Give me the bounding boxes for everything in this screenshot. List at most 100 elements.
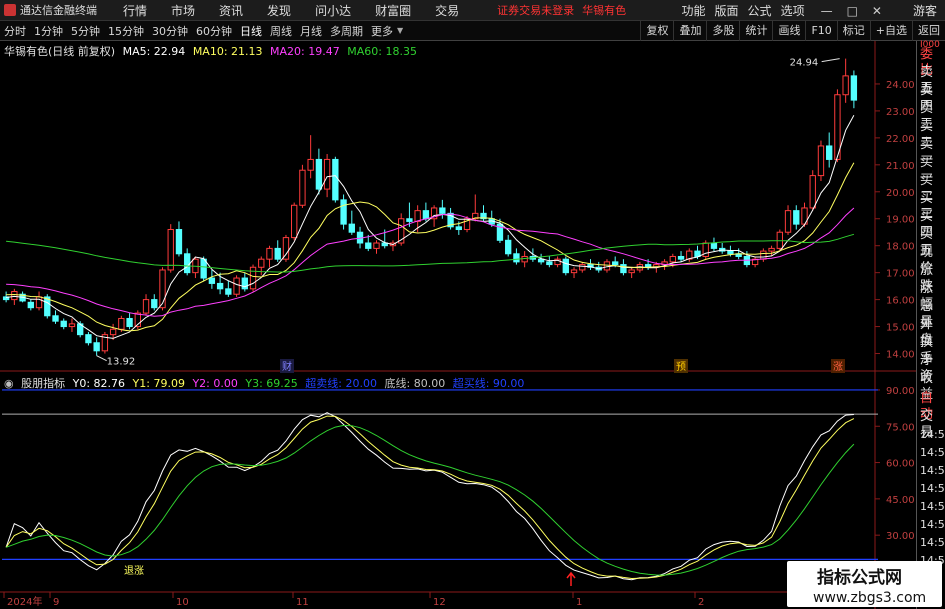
f10-button[interactable]: F10 xyxy=(805,21,836,41)
candle-body xyxy=(373,242,380,249)
trade-login-warning[interactable]: 证券交易未登录 xyxy=(497,2,574,18)
candle-body xyxy=(93,342,100,352)
buy-signal-arrow xyxy=(566,571,576,586)
candle-body xyxy=(27,301,34,309)
ma5-line xyxy=(6,114,855,339)
candle-body xyxy=(307,158,314,171)
candle-body xyxy=(68,323,76,328)
y2-legend: Y2: 0.00 xyxy=(192,377,238,390)
menu-item-options[interactable]: 选项 xyxy=(781,2,805,19)
marker-zhang: 涨 xyxy=(833,361,843,373)
candle-body xyxy=(208,277,216,284)
maximize-button[interactable]: □ xyxy=(847,4,858,18)
candle-body xyxy=(455,226,462,231)
statistics-button[interactable]: 统计 xyxy=(739,21,772,41)
multi-stock-button[interactable]: 多股 xyxy=(706,21,739,41)
indicator-legend: ◉ 股朋指标 Y0: 82.76 Y1: 79.09 Y2: 0.00 Y3: … xyxy=(4,375,528,391)
tab-daily[interactable]: 日线 xyxy=(236,23,266,39)
menu-item-news[interactable]: 资讯 xyxy=(219,2,243,19)
price-tick-label: 24.00 xyxy=(886,80,915,91)
candle-body xyxy=(784,210,792,233)
more-dropdown-icon[interactable]: ▼ xyxy=(397,26,403,35)
stock-name-header: 华锡有色 xyxy=(582,4,627,17)
candle-body xyxy=(249,266,257,290)
add-watchlist-button[interactable]: +自选 xyxy=(869,21,912,41)
candle-body xyxy=(266,247,273,260)
price-tick-label: 23.00 xyxy=(886,107,915,118)
menu-item-ask[interactable]: 问小达 xyxy=(315,2,351,19)
indicator-note: 退涨 xyxy=(124,565,144,577)
tab-weekly[interactable]: 周线 xyxy=(266,23,296,39)
side-time-6: 14:56 xyxy=(920,518,945,531)
menu-item-market[interactable]: 市场 xyxy=(171,2,195,19)
kline-chart-svg[interactable]: 24.00 23.00 22.00 21.00 20.00 19.00 18.00 17.00… xyxy=(0,41,916,609)
candle-body xyxy=(677,255,685,260)
marker-yu: 预 xyxy=(676,361,686,373)
menu-item-discover[interactable]: 发现 xyxy=(267,2,291,19)
side-time-5: 14:56 xyxy=(920,500,945,513)
tab-monthly[interactable]: 月线 xyxy=(296,23,326,39)
indicator-settings-icon[interactable]: ◉ xyxy=(4,377,14,390)
menu-item-market-quotes[interactable]: 行情 xyxy=(123,2,147,19)
indicator-name[interactable]: 股朋指标 xyxy=(21,377,65,390)
menu-item-layout[interactable]: 版面 xyxy=(715,2,739,19)
tab-multi-period[interactable]: 多周期 xyxy=(326,23,367,39)
kline-chart-area[interactable]: 24.00 23.00 22.00 21.00 20.00 19.00 18.00 17.00… xyxy=(0,41,945,609)
adjust-button[interactable]: 复权 xyxy=(640,21,673,41)
candle-body xyxy=(562,258,569,274)
side-time-4: 14:56 xyxy=(920,482,945,495)
tab-15min[interactable]: 15分钟 xyxy=(104,23,148,39)
price-tick-label: 22.00 xyxy=(886,134,915,145)
low-price-label: 13.92 xyxy=(107,357,136,368)
candle-body xyxy=(315,158,323,190)
tab-timeshare[interactable]: 分时 xyxy=(0,23,30,39)
price-tick-label: 16.00 xyxy=(886,296,915,307)
price-tick-label: 17.00 xyxy=(886,269,915,280)
y0-line xyxy=(5,412,854,581)
ma60-legend: MA60: 18.35 xyxy=(347,45,417,58)
candle-body xyxy=(167,229,174,271)
candle-body xyxy=(710,242,718,249)
candle-body xyxy=(546,261,553,266)
candle-body xyxy=(340,199,347,225)
candle-body xyxy=(570,269,578,274)
menu-item-formula[interactable]: 公式 xyxy=(748,2,772,19)
overlay-button[interactable]: 叠加 xyxy=(673,21,706,41)
indicator-tick-label: 75.00 xyxy=(886,422,915,433)
guest-user-label[interactable]: 游客 xyxy=(913,2,937,19)
menu-item-wealth[interactable]: 财富圈 xyxy=(375,2,411,19)
side-time-3: 14:56 xyxy=(920,464,945,477)
indicator-tick-label: 30.00 xyxy=(886,531,915,542)
candle-body xyxy=(406,218,413,222)
high-price-label: 24.94 xyxy=(790,58,819,69)
price-tick-label: 14.00 xyxy=(886,350,915,361)
site-watermark: 指标公式网 www.zbgs3.com xyxy=(787,561,942,607)
app-logo-icon xyxy=(4,4,16,16)
candle-body xyxy=(258,258,265,268)
tab-more[interactable]: 更多 xyxy=(367,23,397,39)
draw-line-button[interactable]: 画线 xyxy=(772,21,805,41)
tab-30min[interactable]: 30分钟 xyxy=(148,23,192,39)
price-tick-label: 18.00 xyxy=(886,242,915,253)
mark-button[interactable]: 标记 xyxy=(836,21,870,41)
minimize-button[interactable]: — xyxy=(821,4,833,18)
bottom-line-legend: 底线: 80.00 xyxy=(384,377,446,390)
candle-body xyxy=(809,175,816,209)
date-tick-label: 1 xyxy=(576,597,582,608)
tab-60min[interactable]: 60分钟 xyxy=(192,23,236,39)
watermark-logo: 指标公式网 www.zbgs3.com xyxy=(813,567,926,606)
candle-body xyxy=(579,264,586,271)
price-tick-label: 19.00 xyxy=(886,215,915,226)
low-pointer xyxy=(96,355,107,362)
marker-cai: 财 xyxy=(282,360,292,373)
side-time-2: 14:56 xyxy=(920,446,945,459)
close-button[interactable]: ✕ xyxy=(872,4,882,18)
menu-item-trade[interactable]: 交易 xyxy=(435,2,459,19)
candle-body xyxy=(142,299,150,314)
menu-item-functions[interactable]: 功能 xyxy=(682,2,706,19)
tab-5min[interactable]: 5分钟 xyxy=(67,23,104,39)
candle-body xyxy=(175,229,183,255)
candle-body xyxy=(669,255,676,263)
tab-1min[interactable]: 1分钟 xyxy=(30,23,67,39)
overbought-legend: 超买线: 90.00 xyxy=(452,377,525,390)
